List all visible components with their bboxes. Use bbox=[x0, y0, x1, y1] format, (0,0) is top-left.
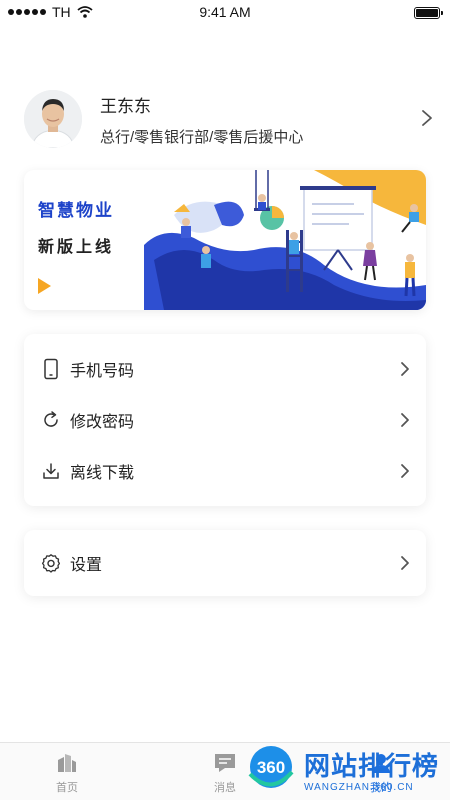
menu-label: 离线下载 bbox=[70, 465, 135, 482]
promo-banner[interactable]: 智慧物业 新版上线 bbox=[24, 170, 426, 310]
user-department: 总行/零售银行部/零售后援中心 bbox=[100, 129, 304, 146]
menu-label: 修改密码 bbox=[70, 414, 135, 431]
chevron-right-icon bbox=[401, 413, 409, 427]
battery-icon bbox=[414, 7, 443, 19]
menu-item-settings[interactable]: 设置 bbox=[24, 538, 426, 588]
menu-item-offline-download[interactable]: 离线下载 bbox=[24, 446, 426, 496]
refresh-icon bbox=[40, 409, 62, 431]
tab-label: 首页 bbox=[56, 782, 78, 794]
profile-row[interactable]: 王东东 总行/零售银行部/零售后援中心 bbox=[24, 88, 434, 152]
chevron-right-icon bbox=[401, 556, 409, 570]
play-icon bbox=[38, 278, 51, 294]
chevron-right-icon bbox=[401, 362, 409, 376]
watermark-url: WANGZHAN.360.CN bbox=[304, 782, 414, 793]
chevron-right-icon bbox=[401, 464, 409, 478]
banner-subtitle: 新版上线 bbox=[38, 239, 115, 256]
banner-illustration bbox=[144, 170, 426, 310]
menu-label: 手机号码 bbox=[70, 363, 135, 380]
status-bar: TH 9:41 AM bbox=[0, 0, 450, 26]
banner-text: 智慧物业 新版上线 bbox=[38, 196, 114, 257]
account-menu-card: 手机号码 修改密码 离线下载 bbox=[24, 334, 426, 506]
menu-label: 设置 bbox=[70, 557, 103, 574]
tab-home[interactable]: 首页 bbox=[22, 743, 112, 800]
avatar bbox=[24, 90, 82, 148]
settings-card: 设置 bbox=[24, 530, 426, 596]
message-icon bbox=[215, 754, 235, 772]
chevron-right-icon bbox=[422, 110, 432, 126]
phone-icon bbox=[40, 358, 62, 380]
building-icon bbox=[58, 754, 76, 772]
svg-text:360: 360 bbox=[257, 758, 285, 777]
gear-icon bbox=[40, 552, 62, 574]
download-icon bbox=[40, 460, 62, 482]
menu-item-change-password[interactable]: 修改密码 bbox=[24, 395, 426, 445]
user-name: 王东东 bbox=[100, 97, 151, 116]
logo-360-icon: 360 bbox=[248, 746, 294, 788]
watermark-title: 网站排行榜 bbox=[304, 751, 440, 781]
watermark: 360 网站排行榜 WANGZHAN.360.CN bbox=[236, 742, 450, 800]
menu-item-phone[interactable]: 手机号码 bbox=[24, 344, 426, 394]
status-time: 9:41 AM bbox=[199, 4, 251, 20]
banner-title: 智慧物业 bbox=[38, 201, 114, 220]
